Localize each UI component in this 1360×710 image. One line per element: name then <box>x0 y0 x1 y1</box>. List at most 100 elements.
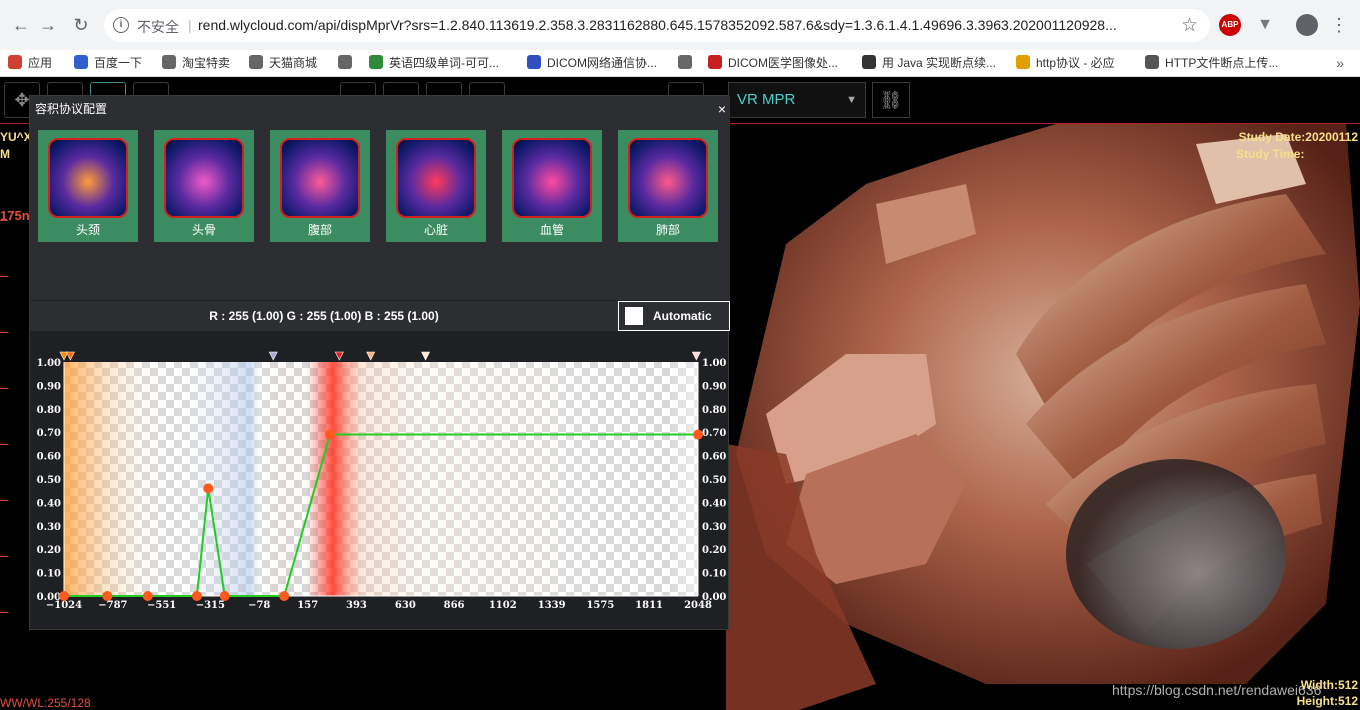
rgb-bar: R : 255 (1.00) G : 255 (1.00) B : 255 (1… <box>30 301 730 331</box>
bookmark-item[interactable]: 天猫商城 <box>249 50 317 77</box>
address-bar[interactable]: i 不安全 | rend.wlycloud.com/api/dispMprVr?… <box>104 9 1210 42</box>
render-mode-value: VR MPR <box>737 91 796 108</box>
separator: | <box>188 17 192 33</box>
preset-label: 心脏 <box>423 223 448 237</box>
bookmark-item[interactable] <box>338 50 358 77</box>
preset-list: 头颈 头骨 腹部 心脏 血管 肺部 <box>30 122 730 300</box>
bookmarks-overflow-icon[interactable]: » <box>1336 50 1344 77</box>
bookmark-item[interactable]: 应用 <box>8 50 52 77</box>
opacity-control-point[interactable] <box>102 591 113 601</box>
rgb-readout: R : 255 (1.00) G : 255 (1.00) B : 255 (1… <box>209 309 439 323</box>
automatic-checkbox[interactable] <box>625 307 643 325</box>
y-tick-label-left: 0.60 <box>37 452 61 463</box>
patient-name: YU^X <box>0 130 32 144</box>
color-stop-marker[interactable] <box>334 351 344 361</box>
x-tick-label: −78 <box>248 600 270 611</box>
bookmark-label: DICOM网络通信协... <box>547 56 657 70</box>
bookmark-item[interactable]: DICOM医学图像处... <box>708 50 838 77</box>
image-height: Height:512 <box>1296 694 1358 708</box>
color-stop-marker[interactable] <box>65 351 75 361</box>
reload-icon[interactable]: ↻ <box>70 14 92 36</box>
bookmarks-bar: 应用 百度一下 淘宝特卖 天猫商城 英语四级单词-可可... DICOM网络通信协... D… <box>0 50 1360 77</box>
opacity-control-point[interactable] <box>279 591 290 601</box>
bookmark-label: 英语四级单词-可可... <box>389 56 499 70</box>
opacity-control-point[interactable] <box>191 591 202 601</box>
transfer-function-chart[interactable]: 0.00 0.000.10 0.100.20 0.200.30 0.300.40 0.40… <box>30 344 730 630</box>
opacity-control-point[interactable] <box>693 429 703 440</box>
bookmark-favicon-icon <box>369 55 383 69</box>
bookmark-favicon-icon <box>708 55 722 69</box>
volume-render-image <box>726 124 1360 710</box>
color-stop-marker[interactable] <box>691 351 701 361</box>
bookmark-favicon-icon <box>338 55 352 69</box>
opacity-control-point[interactable] <box>59 591 69 601</box>
x-tick-label: 2048 <box>684 600 712 611</box>
back-icon[interactable]: ← <box>10 14 32 36</box>
bookmark-item[interactable]: DICOM网络通信协... <box>527 50 657 77</box>
y-tick-label-right: 0.20 <box>702 545 726 556</box>
color-stop-marker[interactable] <box>366 351 376 361</box>
x-tick-label: −551 <box>147 600 176 611</box>
bookmark-label: 天猫商城 <box>269 56 318 70</box>
security-label: 不安全 <box>137 19 179 35</box>
automatic-label: Automatic <box>653 309 712 323</box>
ruler-tick <box>0 276 8 277</box>
bookmark-item[interactable]: 英语四级单词-可可... <box>369 50 499 77</box>
bookmark-item[interactable]: HTTP文件断点上传... <box>1145 50 1278 77</box>
x-tick-label: −787 <box>98 600 127 611</box>
info-icon[interactable]: i <box>113 17 129 33</box>
bookmark-label: 应用 <box>28 56 53 70</box>
bookmark-label: 用 Java 实现断点续... <box>882 56 997 70</box>
bookmark-favicon-icon <box>678 55 692 69</box>
automatic-toggle[interactable]: Automatic <box>618 301 730 331</box>
transfer-function-editor[interactable]: 0.00 0.00 0.10 0.10 0.20 0.20 0.30 0.30 0.40 0.40… <box>30 344 730 630</box>
preset-label: 头颈 <box>75 223 100 237</box>
x-tick-label: 1811 <box>635 600 663 611</box>
adblock-icon[interactable]: ABP <box>1219 14 1241 36</box>
preset-vessel[interactable]: 血管 <box>502 130 602 242</box>
bookmark-item[interactable]: 淘宝特卖 <box>162 50 230 77</box>
y-tick-label-left: 0.30 <box>37 522 61 533</box>
bookmark-item[interactable] <box>678 50 698 77</box>
opacity-control-point[interactable] <box>142 591 153 601</box>
y-tick-label-right: 0.40 <box>702 498 726 509</box>
forward-icon[interactable]: → <box>37 14 59 36</box>
x-tick-label: −315 <box>196 600 225 611</box>
head-neck-icon <box>48 138 128 218</box>
y-tick-label-right: 0.70 <box>702 428 726 439</box>
close-icon[interactable]: × <box>718 96 726 122</box>
y-tick-label-right: 0.80 <box>702 405 726 416</box>
bookmark-star-icon[interactable]: ☆ <box>1181 14 1198 37</box>
preset-heart[interactable]: 心脏 <box>386 130 486 242</box>
bookmark-favicon-icon <box>527 55 541 69</box>
browser-menu-icon[interactable]: ⋮ <box>1330 14 1348 36</box>
preset-abdomen[interactable]: 腹部 <box>270 130 370 242</box>
bookmark-item[interactable]: 用 Java 实现断点续... <box>862 50 996 77</box>
account-icon[interactable] <box>1296 14 1318 36</box>
url-text[interactable]: rend.wlycloud.com/api/dispMprVr?srs=1.2.… <box>198 17 1178 33</box>
extension-v-icon[interactable]: ▼ <box>1254 14 1276 36</box>
render-mode-select[interactable]: VR MPR ▼ <box>728 82 866 118</box>
bookmark-item[interactable]: http协议 - 必应 <box>1016 50 1115 77</box>
ruler-tick <box>0 444 8 445</box>
bookmark-favicon-icon <box>1145 55 1159 69</box>
ruler-tick <box>0 612 8 613</box>
bookmark-favicon-icon <box>1016 55 1030 69</box>
color-stop-marker[interactable] <box>421 351 431 361</box>
color-stop-marker[interactable] <box>268 351 278 361</box>
bookmark-favicon-icon <box>862 55 876 69</box>
y-tick-label-left: 0.90 <box>37 381 61 392</box>
link-icon[interactable]: ⛓ <box>872 82 910 118</box>
x-tick-label: 630 <box>395 600 416 611</box>
opacity-control-point[interactable] <box>219 591 230 601</box>
opacity-control-point[interactable] <box>325 429 336 440</box>
preset-label: 血管 <box>539 223 564 237</box>
preset-head-neck[interactable]: 头颈 <box>38 130 138 242</box>
preset-skull[interactable]: 头骨 <box>154 130 254 242</box>
preset-label: 肺部 <box>655 223 680 237</box>
y-tick-label-left: 0.20 <box>37 545 61 556</box>
study-date: Study Date:20200112 <box>1238 130 1358 144</box>
bookmark-item[interactable]: 百度一下 <box>74 50 142 77</box>
preset-lung[interactable]: 肺部 <box>618 130 718 242</box>
opacity-control-point[interactable] <box>203 483 214 494</box>
